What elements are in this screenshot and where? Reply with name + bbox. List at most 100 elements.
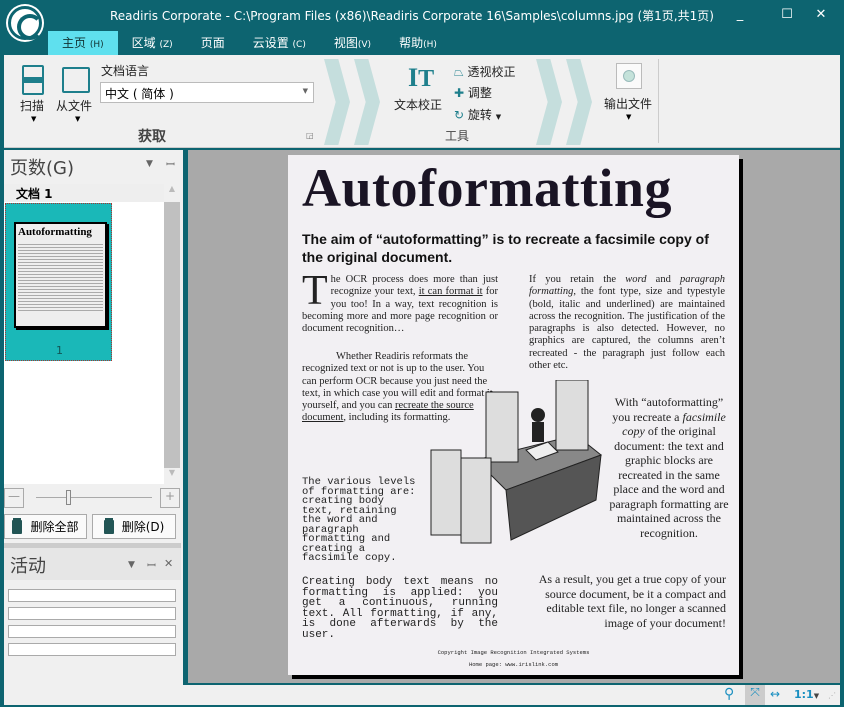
pin-icon[interactable]: ꟷ (147, 558, 156, 573)
text: of the original document: the text and g… (609, 424, 729, 540)
pages-list: 文档 1 Autoformatting 1 ▲ ▼ (4, 184, 180, 484)
paragraph-3: The various levels of formatting are: cr… (302, 476, 416, 564)
text-correct-label: 文本校正 (394, 98, 443, 112)
ribbon: 扫描 ▼ 从文件 ▼ 文档语言 中文 ( 简体 ) ▼ 获取 ◲ IT 文本校正 … (4, 55, 840, 148)
fit-page-icon[interactable]: ⤧ (745, 685, 765, 705)
thumbnail-image: Autoformatting (14, 222, 107, 328)
document-footer-copyright: Copyright Image Recognition Integrated S… (437, 649, 590, 656)
dialog-launcher-icon[interactable]: ◲ (306, 131, 314, 140)
scrollbar[interactable]: ▲ ▼ (164, 184, 180, 484)
tab-help[interactable]: 帮助(H) (385, 31, 451, 55)
close-button[interactable]: ✕ (806, 4, 836, 26)
thumbnail-text-lines (18, 242, 103, 312)
fit-width-icon[interactable]: ↔ (770, 687, 780, 701)
ribbon-tabs: 主页 (H) 区域 (Z) 页面 云设置 (C) 视图(V) 帮助(H) (48, 31, 451, 55)
group-acquire-label: 获取 (138, 129, 166, 145)
activity-progress-field (8, 589, 176, 602)
maximize-button[interactable]: ☐ (772, 4, 802, 26)
doc-language-label: 文档语言 (101, 64, 150, 78)
from-file-label: 从文件 (56, 99, 93, 113)
tab-label: 页面 (200, 36, 225, 50)
search-zoom-icon[interactable]: ⚲ (724, 686, 734, 702)
trash-icon (12, 519, 23, 534)
doc-language-select[interactable]: 中文 ( 简体 ) ▼ (100, 82, 314, 103)
thumbnail-size-slider[interactable] (36, 497, 152, 498)
tab-zone[interactable]: 区域 (Z) (118, 31, 187, 55)
activity-header: 活动 ▼ ꟷ ✕ (4, 548, 181, 580)
zoom-ratio-label: 1:1 (794, 688, 814, 701)
text: and (646, 274, 681, 285)
thumbnail-heading: Autoformatting (18, 226, 92, 238)
perspective-button[interactable]: ⏢ 透视校正 (454, 63, 515, 80)
panel-menu-icon[interactable]: ▼ (128, 560, 135, 570)
chevron-decoration (354, 59, 380, 145)
chevron-down-icon: ▼ (302, 87, 308, 95)
tab-label: 区域 (131, 36, 156, 50)
document-page: Autoformatting The aim of “autoformattin… (288, 155, 739, 675)
right-paragraph-3: As a result, you get a true copy of your… (538, 572, 726, 630)
paragraph-1: The OCR process does more than just reco… (302, 268, 498, 335)
minimize-button[interactable]: _ (725, 4, 755, 26)
tab-cloud-settings[interactable]: 云设置 (C) (239, 31, 320, 55)
page-thumbnail[interactable]: Autoformatting 1 (5, 203, 112, 361)
text-correct-button[interactable]: IT 文本校正 (394, 63, 450, 113)
text-cursor-icon: IT (408, 63, 435, 92)
pages-panel-title: 页数(G) (10, 158, 74, 179)
drop-cap: T (302, 268, 328, 314)
scan-button[interactable]: 扫描 ▼ (16, 63, 52, 123)
tab-label: 云设置 (252, 36, 289, 50)
status-bar: ⚲ ⤧ ↔ 1:1▼ ⋰ (4, 685, 840, 705)
delete-label: 删除(D) (121, 520, 165, 534)
zoom-in-button[interactable]: + (160, 488, 180, 508)
text: it can format it (418, 286, 483, 298)
trash-icon (103, 519, 114, 534)
doc-language-value: 中文 ( 简体 ) (105, 87, 174, 101)
tab-label: 帮助 (399, 36, 424, 50)
readiris-logo[interactable] (8, 6, 43, 40)
delete-all-button[interactable]: 删除全部 (4, 514, 87, 539)
chevron-decoration (324, 59, 350, 145)
tab-label: 主页 (62, 36, 87, 50)
rotate-button[interactable]: ↻ 旋转 ▼ (454, 106, 501, 123)
slider-handle[interactable] (66, 490, 71, 505)
zoom-ratio-button[interactable]: 1:1▼ (794, 688, 819, 701)
right-paragraph-1: If you retain the word and paragraph for… (529, 274, 725, 372)
perspective-label: 透视校正 (467, 65, 516, 79)
document-heading: Autoformatting (302, 158, 672, 218)
resize-grip-icon[interactable]: ⋰ (828, 691, 836, 700)
document-viewer[interactable]: Autoformatting The aim of “autoformattin… (188, 150, 840, 683)
title-bar: Readiris Corporate - C:\Program Files (x… (0, 0, 844, 40)
from-file-button[interactable]: 从文件 ▼ (56, 63, 100, 123)
activity-progress-field (8, 625, 176, 638)
text: If you retain the (529, 274, 626, 285)
tab-view[interactable]: 视图(V) (320, 31, 385, 55)
left-panel: 页数(G) ▼ ꟷ 文档 1 Autoformatting 1 ▲ ▼ — + 删… (4, 150, 183, 685)
tab-key: (H) (89, 40, 104, 50)
tab-key: (C) (292, 40, 306, 50)
output-file-button[interactable]: 输出文件 ▼ (602, 61, 658, 123)
tab-home[interactable]: 主页 (H) (48, 31, 118, 55)
text: word (625, 274, 647, 285)
output-file-label: 输出文件 (604, 97, 653, 111)
rotate-label: 旋转 (467, 108, 492, 122)
dropdown-arrow-icon: ▼ (495, 113, 502, 121)
page-number: 1 (56, 344, 63, 357)
dropdown-arrow-icon: ▼ (813, 692, 820, 700)
delete-all-label: 删除全部 (30, 520, 79, 534)
dropdown-arrow-icon: ▼ (75, 115, 81, 123)
zoom-out-button[interactable]: — (4, 488, 24, 508)
adjust-icon: ✚ (454, 86, 465, 100)
adjust-button[interactable]: ✚ 调整 (454, 84, 492, 101)
tab-key: (Z) (159, 40, 173, 50)
chevron-decoration (566, 59, 592, 145)
tab-key: (H) (423, 40, 437, 50)
folder-icon (62, 67, 90, 93)
tab-page[interactable]: 页面 (187, 31, 239, 55)
close-panel-icon[interactable]: ✕ (164, 557, 173, 570)
delete-button[interactable]: 删除(D) (92, 514, 176, 539)
pin-icon[interactable]: ꟷ (166, 157, 175, 172)
rotate-icon: ↻ (454, 108, 465, 122)
panel-menu-icon[interactable]: ▼ (146, 159, 153, 169)
document-subheading: The aim of “autoformatting” is to recrea… (302, 231, 709, 265)
scan-label: 扫描 (20, 99, 45, 113)
